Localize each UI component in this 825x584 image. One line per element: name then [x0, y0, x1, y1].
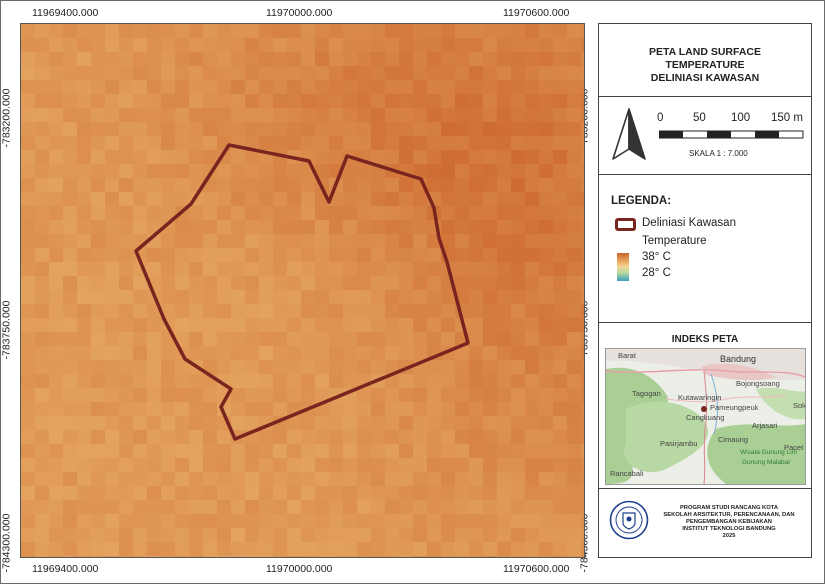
place-rancabali: Rancabali: [610, 469, 644, 478]
inst-line4: INSTITUT TEKNOLOGI BANDUNG: [682, 526, 776, 532]
legend-title: LEGENDA:: [611, 195, 672, 207]
legend-min-label: 28° C: [642, 267, 671, 279]
boundary-swatch: [615, 218, 636, 231]
scale-label-150: 150 m: [771, 112, 803, 124]
temperature-ramp: [617, 253, 629, 281]
legend-max-label: 38° C: [642, 251, 671, 263]
deliniasi-kawasan-boundary: [134, 143, 470, 441]
place-gunung-malabar: Gunung Malabar: [742, 459, 791, 466]
place-barat: Barat: [618, 351, 636, 360]
place-tagogan: Tagogan: [632, 389, 661, 398]
bottom-tick-2: 11970000.000: [266, 563, 333, 575]
itb-logo-icon: [609, 500, 649, 540]
title-panel: PETA LAND SURFACE TEMPERATURE DELINIASI …: [598, 23, 812, 98]
left-tick-2: -783750.000: [0, 300, 13, 360]
scale-panel: 0 50 100 150 m SKALA 1 : 7.000: [598, 96, 812, 176]
map-title-line2: TEMPERATURE: [665, 59, 745, 71]
top-tick-2: 11970000.000: [266, 7, 333, 19]
bottom-tick-3: 11970600.000: [503, 563, 570, 575]
north-arrow-icon: [612, 108, 646, 160]
inst-line3: PENGEMBANGAN KEBIJAKAN: [686, 519, 772, 525]
scale-label-50: 50: [693, 112, 706, 124]
index-map[interactable]: Barat Bandung Bojongsoang Tagogan Kutawa…: [605, 348, 806, 485]
place-cimaung: Cimaung: [718, 435, 749, 444]
top-tick-3: 11970600.000: [503, 7, 570, 19]
bottom-tick-1: 11969400.000: [32, 563, 99, 575]
scale-label-0: 0: [657, 112, 664, 124]
index-map-panel: INDEKS PETA Barat Bandung Bojongsoang Ta…: [598, 322, 812, 490]
place-cangkuang: Cangkuang: [686, 413, 725, 422]
map-title-line1: PETA LAND SURFACE: [648, 46, 761, 58]
place-bandung: Bandung: [720, 354, 757, 364]
legend-layer-label: Temperature: [642, 235, 707, 247]
map-title-line3: DELINIASI KAWASAN: [650, 72, 760, 84]
inst-line5: 2025: [722, 533, 736, 539]
place-pasirjambu: Pasirjambu: [660, 439, 698, 448]
place-solo: Solo: [793, 401, 805, 410]
scale-bar: [659, 130, 804, 139]
scale-label-100: 100: [731, 112, 751, 124]
place-bojongsoang: Bojongsoang: [736, 379, 780, 388]
top-tick-1: 11969400.000: [32, 7, 99, 19]
legend-panel: LEGENDA: Deliniasi Kawasan Temperature 3…: [598, 174, 812, 324]
place-arjasari: Arjasari: [752, 421, 778, 430]
place-kutawaringin: Kutawaringin: [678, 393, 722, 402]
left-tick-3: -784300.000: [0, 513, 13, 573]
inst-line2: SEKOLAH ARSITEKTUR, PERENCANAAN, DAN: [663, 512, 795, 518]
inst-line1: PROGRAM STUDI RANCANG KOTA: [679, 505, 779, 511]
legend-boundary-label: Deliniasi Kawasan: [642, 217, 736, 229]
scale-ratio: SKALA 1 : 7.000: [689, 149, 748, 158]
institution-panel: PROGRAM STUDI RANCANG KOTA SEKOLAH ARSIT…: [598, 488, 812, 558]
temperature-map[interactable]: [20, 23, 585, 558]
left-tick-1: -783200.000: [0, 88, 13, 148]
index-title: INDEKS PETA: [671, 334, 739, 345]
delineation-overlay: [134, 143, 470, 441]
place-pameungpeuk: Pameungpeuk: [710, 403, 759, 412]
place-wisata-gunung: Wisata Gunung Lim: [740, 449, 798, 456]
